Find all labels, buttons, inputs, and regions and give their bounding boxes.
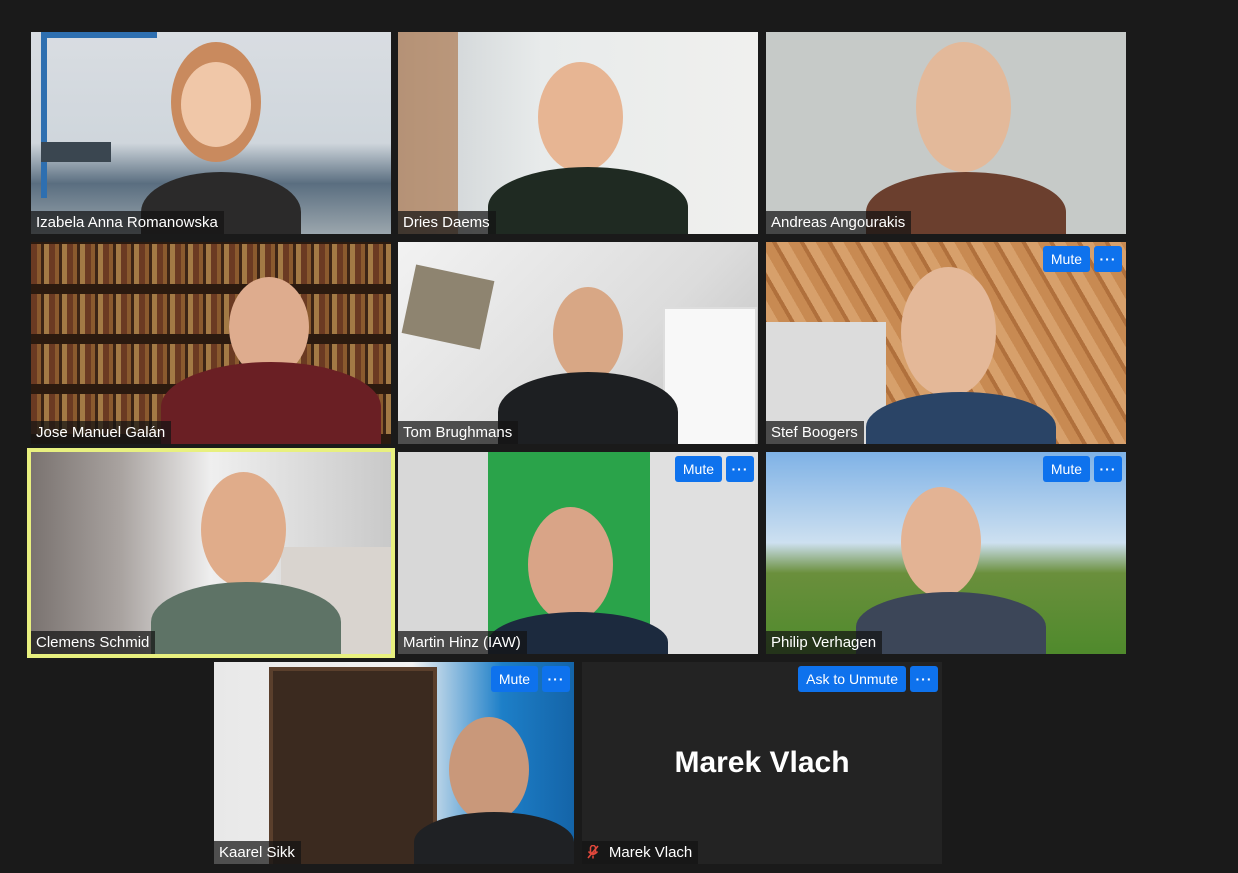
cabinet	[269, 667, 437, 864]
participant-name-label: Izabela Anna Romanowska	[31, 211, 224, 234]
person-face	[528, 507, 613, 622]
person-body	[151, 582, 341, 654]
door-frame	[398, 32, 458, 234]
crane-shape	[41, 32, 157, 198]
video-tile-philip[interactable]: Mute ··· Philip Verhagen	[766, 452, 1126, 654]
more-options-button[interactable]: ···	[1094, 246, 1122, 272]
participant-name-label: Clemens Schmid	[31, 631, 156, 654]
ship-sign	[41, 142, 111, 162]
person-body	[856, 592, 1046, 654]
video-tile-izabela[interactable]: Izabela Anna Romanowska	[31, 32, 391, 234]
participant-name-label: Andreas Angourakis	[766, 211, 912, 234]
person-face	[553, 287, 623, 382]
participant-name-label: Philip Verhagen	[766, 631, 883, 654]
muted-mic-icon	[587, 844, 603, 860]
person-face	[901, 267, 996, 397]
video-tile-tom[interactable]: Tom Brughmans	[398, 242, 758, 444]
video-tile-andreas[interactable]: Andreas Angourakis	[766, 32, 1126, 234]
participant-name-text: Marek Vlach	[608, 844, 693, 861]
participant-name-label: Kaarel Sikk	[214, 841, 301, 864]
more-options-button[interactable]: ···	[542, 666, 570, 692]
person-face	[449, 717, 529, 822]
participant-name-label: Marek Vlach	[582, 841, 699, 864]
person-body	[161, 362, 381, 444]
video-tile-kaarel[interactable]: Mute ··· Kaarel Sikk	[214, 662, 574, 864]
person-face	[201, 472, 286, 587]
mute-button[interactable]: Mute	[1042, 456, 1090, 482]
video-tile-dries[interactable]: Dries Daems	[398, 32, 758, 234]
participant-name-label: Tom Brughmans	[398, 421, 519, 444]
ask-to-unmute-button[interactable]: Ask to Unmute	[798, 666, 906, 692]
person-face	[538, 62, 623, 172]
person-body	[498, 372, 678, 444]
more-options-button[interactable]: ···	[1094, 456, 1122, 482]
person-face	[181, 62, 251, 147]
video-tile-stef[interactable]: Mute ··· Stef Boogers	[766, 242, 1126, 444]
person-body	[414, 812, 574, 864]
more-options-button[interactable]: ···	[726, 456, 754, 482]
participant-name-label: Jose Manuel Galán	[31, 421, 172, 444]
mute-button[interactable]: Mute	[1042, 246, 1090, 272]
person-face	[916, 42, 1011, 172]
more-options-button[interactable]: ···	[910, 666, 938, 692]
participant-display-name: Marek Vlach	[674, 746, 850, 779]
video-tile-marek-video-off[interactable]: Marek Vlach Ask to Unmute ··· Marek Vlac…	[582, 662, 942, 864]
video-tile-jose[interactable]: Jose Manuel Galán	[31, 242, 391, 444]
mute-button[interactable]: Mute	[674, 456, 722, 482]
video-tile-clemens-active-speaker[interactable]: Clemens Schmid	[27, 448, 395, 658]
participant-name-label: Stef Boogers	[766, 421, 864, 444]
participant-name-label: Martin Hinz (IAW)	[398, 631, 527, 654]
video-tile-martin[interactable]: Mute ··· Martin Hinz (IAW)	[398, 452, 758, 654]
participant-name-label: Dries Daems	[398, 211, 496, 234]
mute-button[interactable]: Mute	[490, 666, 538, 692]
person-face	[901, 487, 981, 597]
